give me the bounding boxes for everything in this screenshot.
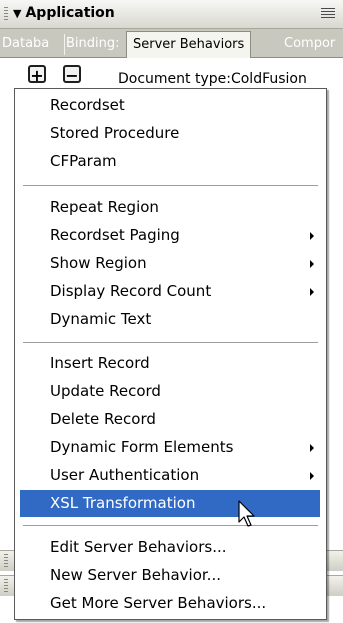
menu-item-label: Delete Record <box>50 410 156 428</box>
menu-item-new-server-behavior[interactable]: New Server Behavior... <box>20 562 320 589</box>
menu-item-edit-server-behaviors[interactable]: Edit Server Behaviors... <box>20 534 320 561</box>
tab-bar: Databa Binding: Server Behaviors Compor <box>0 29 343 59</box>
toolbar: + − Document type:ColdFusion <box>0 58 343 90</box>
submenu-arrow-icon <box>310 232 314 240</box>
menu-item-recordset-paging[interactable]: Recordset Paging <box>20 222 320 249</box>
menu-item-label: Insert Record <box>50 354 150 372</box>
menu-item-stored-procedure[interactable]: Stored Procedure <box>20 120 320 147</box>
menu-item-label: Update Record <box>50 382 161 400</box>
menu-separator <box>23 185 318 187</box>
menu-item-label: Recordset Paging <box>50 226 180 244</box>
menu-item-label: Dynamic Form Elements <box>50 438 234 456</box>
menu-item-dynamic-form-elements[interactable]: Dynamic Form Elements <box>20 434 320 461</box>
expand-triangle-icon: ▼ <box>13 7 22 20</box>
submenu-arrow-icon <box>310 288 314 296</box>
tab-server-behaviors[interactable]: Server Behaviors <box>126 31 252 59</box>
menu-item-xsl-transformation[interactable]: XSL Transformation <box>20 490 320 517</box>
submenu-arrow-icon <box>310 260 314 268</box>
menu-item-label: User Authentication <box>50 466 200 484</box>
menu-item-delete-record[interactable]: Delete Record <box>20 406 320 433</box>
mouse-pointer-icon <box>238 500 255 527</box>
menu-separator <box>23 525 318 527</box>
drag-grip-icon <box>4 554 8 567</box>
menu-item-repeat-region[interactable]: Repeat Region <box>20 194 320 221</box>
menu-separator <box>23 342 318 344</box>
add-behavior-button[interactable]: + <box>28 65 46 84</box>
menu-item-label: Show Region <box>50 254 147 272</box>
menu-item-label: XSL Transformation <box>50 494 196 512</box>
menu-item-user-authentication[interactable]: User Authentication <box>20 462 320 489</box>
menu-item-label: Display Record Count <box>50 282 212 300</box>
menu-item-update-record[interactable]: Update Record <box>20 378 320 405</box>
panel-options-icon[interactable] <box>321 8 335 20</box>
menu-item-recordset[interactable]: Recordset <box>20 92 320 119</box>
menu-item-display-record-count[interactable]: Display Record Count <box>20 278 320 305</box>
menu-item-get-more-server-behaviors[interactable]: Get More Server Behaviors... <box>20 590 320 617</box>
document-type-label: Document type:ColdFusion <box>118 71 307 87</box>
menu-item-label: Repeat Region <box>50 198 159 216</box>
tab-databases[interactable]: Databa <box>0 34 65 55</box>
panel-title-label: Application <box>25 5 115 21</box>
menu-item-cfparam[interactable]: CFParam <box>20 148 320 175</box>
menu-item-dynamic-text[interactable]: Dynamic Text <box>20 306 320 333</box>
menu-item-insert-record[interactable]: Insert Record <box>20 350 320 377</box>
drag-grip-icon <box>4 579 8 592</box>
remove-behavior-button[interactable]: − <box>63 65 81 84</box>
panel-title[interactable]: ▼ Application <box>13 5 115 21</box>
drag-grip-icon[interactable] <box>4 7 8 22</box>
panel-header[interactable]: ▼ Application <box>0 0 343 29</box>
menu-item-label: Dynamic Text <box>50 310 152 328</box>
menu-item-show-region[interactable]: Show Region <box>20 250 320 277</box>
submenu-arrow-icon <box>310 472 314 480</box>
tab-bindings[interactable]: Binding: <box>64 34 129 55</box>
submenu-arrow-icon <box>310 444 314 452</box>
tab-components[interactable]: Compor <box>282 34 343 55</box>
server-behaviors-menu: Recordset Stored Procedure CFParam Repea… <box>14 88 327 620</box>
